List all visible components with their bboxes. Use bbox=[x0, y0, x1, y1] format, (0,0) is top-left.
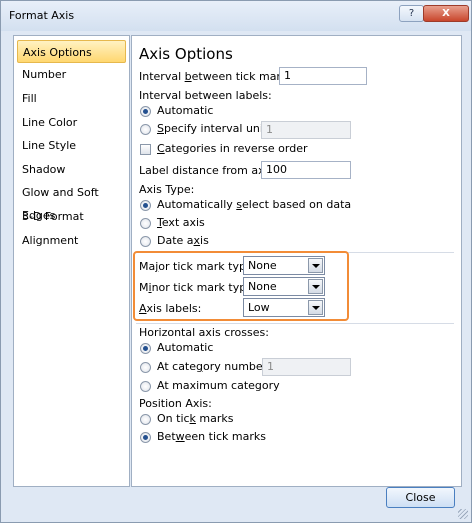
label-distance-input[interactable]: 100 bbox=[261, 161, 351, 179]
close-button[interactable]: Close bbox=[386, 487, 455, 508]
resize-grip-icon[interactable] bbox=[458, 509, 468, 519]
interval-tick-marks-label: Interval between tick marks: bbox=[139, 70, 297, 83]
position-between-label: Between tick marks bbox=[157, 430, 267, 443]
crosses-maximum-label: At maximum category bbox=[157, 379, 280, 392]
axis-options-panel: Axis Options Interval between tick marks… bbox=[131, 35, 462, 487]
axis-type-text-label: Text axis bbox=[157, 216, 205, 229]
horizontal-axis-crosses-label: Horizontal axis crosses: bbox=[139, 326, 269, 339]
section-divider bbox=[136, 323, 454, 324]
crosses-maximum-radio[interactable] bbox=[140, 381, 151, 392]
sidebar-item-line-style[interactable]: Line Style bbox=[17, 134, 126, 157]
chevron-down-icon[interactable] bbox=[308, 300, 323, 315]
interval-tick-marks-input[interactable]: 1 bbox=[279, 67, 367, 85]
sidebar-item-line-color[interactable]: Line Color bbox=[17, 111, 126, 134]
specify-interval-input[interactable]: 1 bbox=[261, 121, 351, 139]
format-axis-dialog: Format Axis ? X Axis Options Number Fill… bbox=[0, 0, 472, 523]
minor-tick-select[interactable]: None bbox=[243, 277, 325, 296]
sidebar-item-number[interactable]: Number bbox=[17, 63, 126, 86]
axis-labels-select[interactable]: Low bbox=[243, 298, 325, 317]
major-tick-value: None bbox=[248, 259, 277, 272]
dialog-title: Format Axis bbox=[9, 9, 75, 22]
specify-interval-radio[interactable] bbox=[140, 124, 151, 135]
major-tick-label: Major tick mark type: bbox=[139, 260, 257, 273]
close-window-button[interactable]: X bbox=[423, 5, 469, 22]
labels-automatic-label: Automatic bbox=[157, 104, 214, 117]
axis-labels-label: Axis labels: bbox=[139, 302, 202, 315]
specify-interval-label: Specify interval unit: bbox=[157, 122, 271, 135]
sidebar-item-fill[interactable]: Fill bbox=[17, 87, 126, 110]
position-between-radio[interactable] bbox=[140, 432, 151, 443]
sidebar-item-axis-options[interactable]: Axis Options bbox=[17, 40, 126, 63]
crosses-category-label: At category number: bbox=[157, 360, 271, 373]
labels-automatic-radio[interactable] bbox=[140, 106, 151, 117]
minor-tick-label: Minor tick mark type: bbox=[139, 281, 257, 294]
crosses-category-input[interactable]: 1 bbox=[262, 358, 351, 376]
crosses-automatic-label: Automatic bbox=[157, 341, 214, 354]
crosses-automatic-radio[interactable] bbox=[140, 343, 151, 354]
position-on-tick-label: On tick marks bbox=[157, 412, 234, 425]
position-axis-label: Position Axis: bbox=[139, 397, 212, 410]
categories-reverse-label: Categories in reverse order bbox=[157, 142, 308, 155]
category-list: Axis Options Number Fill Line Color Line… bbox=[13, 35, 130, 487]
chevron-down-icon[interactable] bbox=[308, 279, 323, 294]
sidebar-item-alignment[interactable]: Alignment bbox=[17, 229, 126, 252]
axis-type-date-label: Date axis bbox=[157, 234, 209, 247]
categories-reverse-checkbox[interactable] bbox=[140, 144, 151, 155]
sidebar-item-3d-format[interactable]: 3-D Format bbox=[17, 205, 126, 228]
help-button[interactable]: ? bbox=[399, 5, 424, 22]
title-bar: Format Axis ? X bbox=[1, 1, 471, 31]
axis-labels-value: Low bbox=[248, 301, 270, 314]
axis-type-text-radio[interactable] bbox=[140, 218, 151, 229]
crosses-category-radio[interactable] bbox=[140, 362, 151, 373]
interval-labels-label: Interval between labels: bbox=[139, 89, 272, 102]
axis-type-auto-radio[interactable] bbox=[140, 200, 151, 211]
minor-tick-value: None bbox=[248, 280, 277, 293]
sidebar-item-shadow[interactable]: Shadow bbox=[17, 158, 126, 181]
position-on-tick-radio[interactable] bbox=[140, 414, 151, 425]
axis-type-date-radio[interactable] bbox=[140, 236, 151, 247]
label-distance-label: Label distance from axis: bbox=[139, 164, 278, 177]
axis-type-label: Axis Type: bbox=[139, 183, 195, 196]
chevron-down-icon[interactable] bbox=[308, 258, 323, 273]
major-tick-select[interactable]: None bbox=[243, 256, 325, 275]
sidebar-item-glow-soft-edges[interactable]: Glow and Soft Edges bbox=[17, 181, 126, 222]
axis-type-auto-label: Automatically select based on data bbox=[157, 198, 352, 211]
panel-heading: Axis Options bbox=[139, 45, 233, 63]
